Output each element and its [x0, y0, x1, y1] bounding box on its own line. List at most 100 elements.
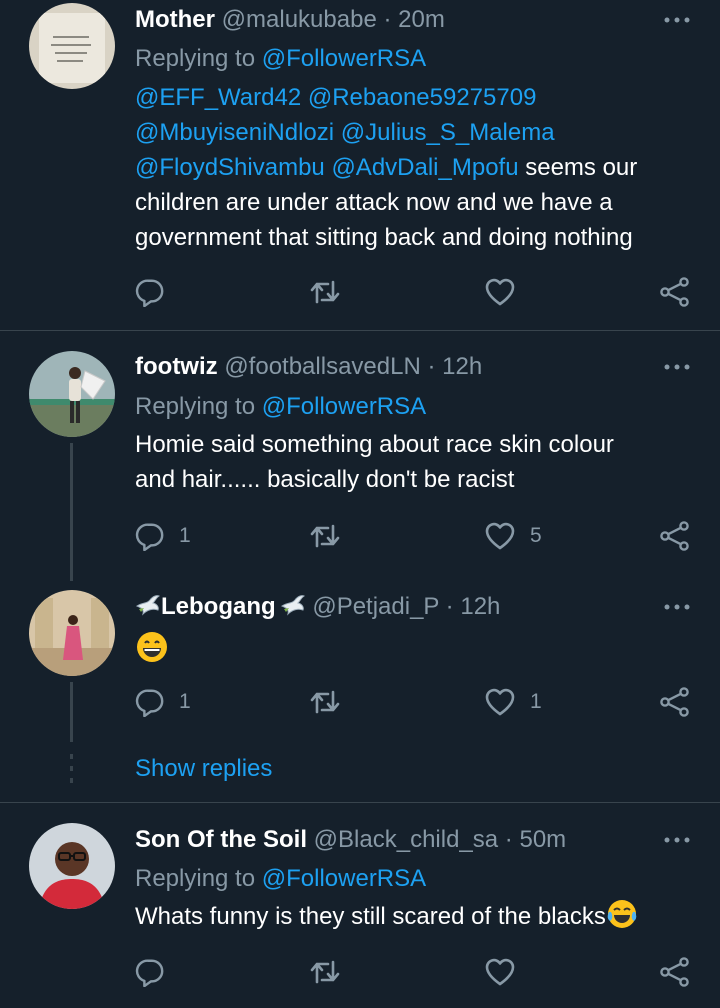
retweet-button[interactable] — [309, 956, 341, 988]
tweet-header: footwiz @footballsavedLN · 12h — [135, 352, 482, 382]
thread-dots — [70, 754, 73, 790]
share-button[interactable] — [659, 956, 691, 988]
share-icon — [659, 520, 691, 552]
timestamp[interactable]: 50m — [519, 826, 566, 853]
tweet-text: government that sitting back and doing n… — [135, 224, 633, 251]
tweet-header: Mother @malukubabe · 20m — [135, 5, 445, 35]
separator-dot: · — [427, 353, 436, 380]
share-button[interactable] — [659, 276, 691, 308]
separator-dot: · — [504, 826, 513, 853]
heart-icon — [484, 276, 516, 308]
like-button[interactable] — [484, 956, 516, 988]
tweet-body: @EFF_Ward42 @Rebaone59275709 @MbuyiseniN… — [135, 80, 695, 255]
thread-line — [70, 443, 73, 581]
user-handle[interactable]: @footballsavedLN — [224, 353, 420, 380]
tweet-son-of-the-soil[interactable]: Son Of the Soil @Black_child_sa · 50m Re… — [0, 803, 720, 1008]
avatar[interactable] — [29, 590, 115, 676]
avatar[interactable] — [29, 823, 115, 909]
tweet-body — [135, 630, 695, 674]
display-name[interactable]: Mother — [135, 6, 215, 33]
display-name[interactable]: Son Of the Soil — [135, 826, 307, 853]
like-button[interactable] — [484, 276, 516, 308]
like-button[interactable]: 1 — [484, 686, 542, 718]
reply-button[interactable] — [135, 276, 165, 308]
more-dots-icon[interactable] — [660, 10, 694, 30]
reply-count: 1 — [179, 524, 191, 547]
more-dots-icon[interactable] — [660, 830, 694, 850]
tears-of-joy-emoji — [607, 900, 637, 928]
like-button[interactable]: 5 — [484, 520, 542, 552]
avatar[interactable] — [29, 3, 115, 89]
reply-icon — [135, 687, 165, 717]
display-name[interactable]: Lebogang — [135, 593, 312, 620]
tweet-header: Lebogang @Petjadi_P · 12h — [135, 592, 500, 622]
tweet-text: and hair...... basically don't be racist — [135, 466, 515, 493]
mention-link[interactable]: @FollowerRSA — [262, 865, 426, 892]
heart-icon — [484, 956, 516, 988]
separator-dot: · — [445, 593, 454, 620]
replying-label: Replying to — [135, 865, 256, 892]
dove-icon — [280, 595, 305, 616]
timestamp[interactable]: 12h — [442, 353, 482, 380]
share-icon — [659, 686, 691, 718]
mention-links[interactable]: @EFF_Ward42 @Rebaone59275709 — [135, 80, 695, 115]
tweet-text: seems our — [518, 154, 638, 181]
retweet-button[interactable] — [309, 520, 341, 552]
heart-icon — [484, 520, 516, 552]
reply-icon — [135, 957, 165, 987]
replying-label: Replying to — [135, 393, 256, 420]
tweet-text: Whats funny is they still scared of the … — [135, 903, 606, 930]
tweet-actions: 1 1 — [135, 686, 695, 718]
tweet-text: Homie said something about race skin col… — [135, 431, 614, 458]
more-dots-icon[interactable] — [660, 357, 694, 377]
display-name[interactable]: footwiz — [135, 353, 218, 380]
avatar[interactable] — [29, 351, 115, 437]
replying-to: Replying to @FollowerRSA — [135, 390, 426, 424]
user-handle[interactable]: @Black_child_sa — [314, 826, 498, 853]
reply-button[interactable]: 1 — [135, 520, 191, 552]
reply-button[interactable] — [135, 956, 165, 988]
tweet-text: children are under attack now and we hav… — [135, 189, 613, 216]
share-button[interactable] — [659, 686, 691, 718]
like-count: 1 — [530, 690, 542, 713]
show-replies-link[interactable]: Show replies — [135, 753, 272, 785]
retweet-button[interactable] — [309, 686, 341, 718]
replying-to: Replying to @FollowerRSA — [135, 862, 426, 896]
thread-line — [70, 682, 73, 742]
reply-count: 1 — [179, 690, 191, 713]
tweet-actions — [135, 956, 695, 988]
retweet-icon — [309, 520, 341, 552]
mention-link[interactable]: @FollowerRSA — [262, 45, 426, 72]
grinning-face-emoji — [137, 632, 167, 662]
reply-icon — [135, 277, 165, 307]
timestamp[interactable]: 12h — [460, 593, 500, 620]
like-count: 5 — [530, 524, 542, 547]
tweet-body: Homie said something about race skin col… — [135, 427, 695, 497]
mention-links[interactable]: @MbuyiseniNdlozi @Julius_S_Malema — [135, 115, 695, 150]
more-dots-icon[interactable] — [660, 597, 694, 617]
share-icon — [659, 956, 691, 988]
retweet-button[interactable] — [309, 276, 341, 308]
reply-button[interactable]: 1 — [135, 686, 191, 718]
user-handle[interactable]: @Petjadi_P — [312, 593, 439, 620]
tweet-footwiz[interactable]: footwiz @footballsavedLN · 12h Replying … — [0, 331, 720, 581]
user-handle[interactable]: @malukubabe — [222, 6, 377, 33]
retweet-icon — [309, 956, 341, 988]
heart-icon — [484, 686, 516, 718]
mention-links[interactable]: @FloydShivambu @AdvDali_Mpofu — [135, 154, 519, 181]
tweet-body: Whats funny is they still scared of the … — [135, 898, 695, 934]
dove-icon — [135, 595, 160, 616]
retweet-icon — [309, 686, 341, 718]
share-button[interactable] — [659, 520, 691, 552]
replying-label: Replying to — [135, 45, 256, 72]
timestamp[interactable]: 20m — [398, 6, 445, 33]
tweet-mother[interactable]: Mother @malukubabe · 20m Replying to @Fo… — [0, 0, 720, 330]
display-name-text: Lebogang — [161, 593, 276, 620]
replying-to: Replying to @FollowerRSA — [135, 42, 426, 76]
reply-icon — [135, 521, 165, 551]
retweet-icon — [309, 276, 341, 308]
mention-link[interactable]: @FollowerRSA — [262, 393, 426, 420]
tweet-lebogang[interactable]: Lebogang @Petjadi_P · 12h 1 1 — [0, 576, 720, 802]
separator-dot: · — [383, 6, 392, 33]
share-icon — [659, 276, 691, 308]
